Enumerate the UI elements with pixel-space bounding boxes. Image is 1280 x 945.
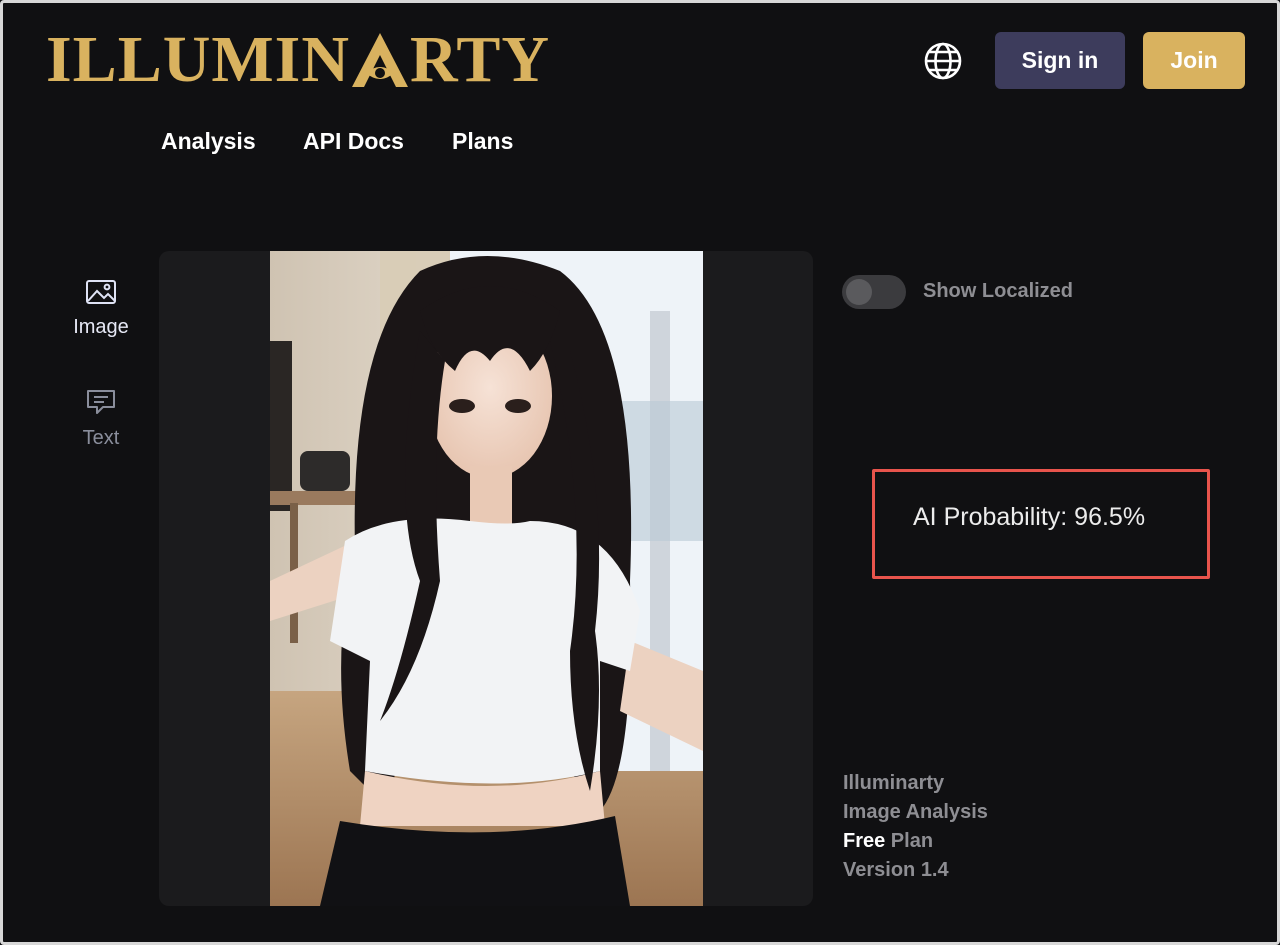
- show-localized-label: Show Localized: [923, 280, 1074, 302]
- image-preview-panel: [159, 251, 813, 906]
- ai-probability-result: AI Probability: 96.5%: [913, 503, 1146, 531]
- analyzed-image: [270, 251, 703, 906]
- join-button[interactable]: Join: [1143, 32, 1245, 89]
- logo-text-left: ILLUMIN: [46, 23, 351, 96]
- nav-plans[interactable]: Plans: [452, 128, 513, 155]
- sidebar-item-label: Text: [82, 427, 120, 449]
- plan-tier: Free: [843, 830, 886, 852]
- sidebar-item-label: Image: [73, 316, 129, 338]
- info-plan: Free Plan: [843, 827, 988, 856]
- sign-in-button[interactable]: Sign in: [995, 32, 1125, 89]
- language-globe-icon[interactable]: [922, 40, 964, 82]
- illuminarty-logo[interactable]: ILLUMIN RTY: [46, 24, 550, 96]
- logo-eye-triangle-icon: [348, 29, 412, 91]
- image-icon: [85, 279, 117, 310]
- info-version: Version 1.4: [843, 859, 949, 881]
- nav-api-docs[interactable]: API Docs: [303, 128, 404, 155]
- logo-text-right: RTY: [410, 23, 551, 96]
- plan-suffix: Plan: [885, 830, 934, 852]
- sidebar-item-text[interactable]: Text: [60, 388, 142, 450]
- message-icon: [85, 388, 117, 421]
- app-info: Illuminarty Image Analysis Free Plan Ver…: [843, 769, 988, 885]
- sidebar-item-image[interactable]: Image: [60, 279, 142, 339]
- nav-analysis[interactable]: Analysis: [161, 128, 256, 155]
- show-localized-toggle[interactable]: [842, 275, 906, 309]
- info-app-name: Illuminarty: [843, 772, 945, 794]
- info-mode: Image Analysis: [843, 801, 988, 823]
- toggle-knob: [846, 279, 872, 305]
